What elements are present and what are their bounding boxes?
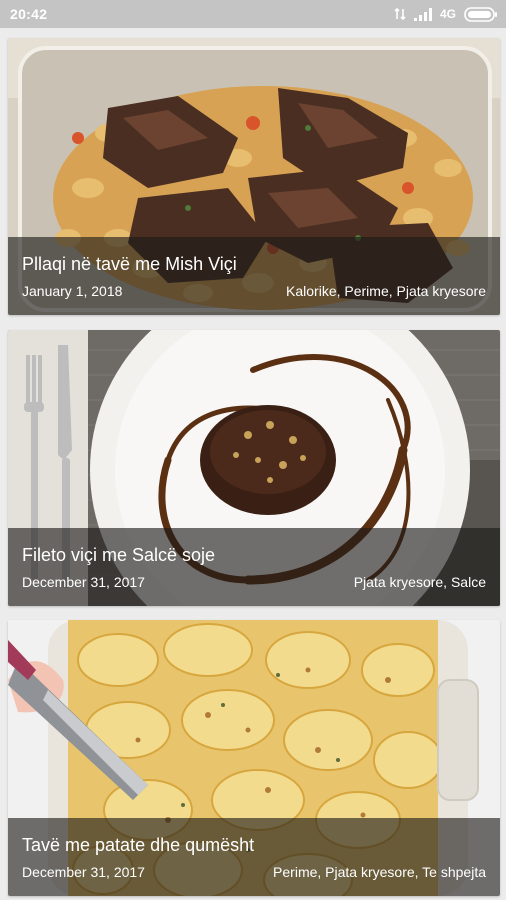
recipe-title[interactable]: Tavë me patate dhe qumësht [22, 833, 486, 857]
recipe-date: December 31, 2017 [22, 864, 145, 880]
status-icons: 4G [394, 6, 498, 22]
recipe-meta: December 31, 2017 Pjata kryesore, Salce [22, 573, 486, 591]
recipe-caption: Pllaqi në tavë me Mish Viçi January 1, 2… [8, 237, 500, 315]
recipe-card[interactable]: Fileto viçi me Salcë soje December 31, 2… [8, 330, 500, 606]
recipe-categories: Pjata kryesore, Salce [353, 574, 486, 590]
recipe-date: December 31, 2017 [22, 574, 145, 590]
recipe-meta: December 31, 2017 Perime, Pjata kryesore… [22, 863, 486, 881]
recipe-feed[interactable]: Pllaqi në tavë me Mish Viçi January 1, 2… [0, 28, 506, 900]
recipe-date: January 1, 2018 [22, 283, 123, 299]
status-bar: 20:42 4G [0, 0, 506, 28]
recipe-title[interactable]: Pllaqi në tavë me Mish Viçi [22, 252, 486, 276]
recipe-title[interactable]: Fileto viçi me Salcë soje [22, 543, 486, 567]
recipe-meta: January 1, 2018 Kalorike, Perime, Pjata … [22, 282, 486, 300]
recipe-card[interactable]: Tavë me patate dhe qumësht December 31, … [8, 620, 500, 896]
recipe-categories: Kalorike, Perime, Pjata kryesore [286, 283, 486, 299]
recipe-card[interactable]: Pllaqi në tavë me Mish Viçi January 1, 2… [8, 38, 500, 315]
signal-icon [413, 7, 432, 21]
recipe-categories: Perime, Pjata kryesore, Te shpejta [273, 864, 486, 880]
battery-icon [464, 6, 498, 22]
status-time: 20:42 [10, 6, 48, 22]
recipe-caption: Tavë me patate dhe qumësht December 31, … [8, 818, 500, 896]
network-type: 4G [439, 7, 456, 21]
recipe-caption: Fileto viçi me Salcë soje December 31, 2… [8, 528, 500, 606]
data-transfer-icon [394, 7, 406, 21]
